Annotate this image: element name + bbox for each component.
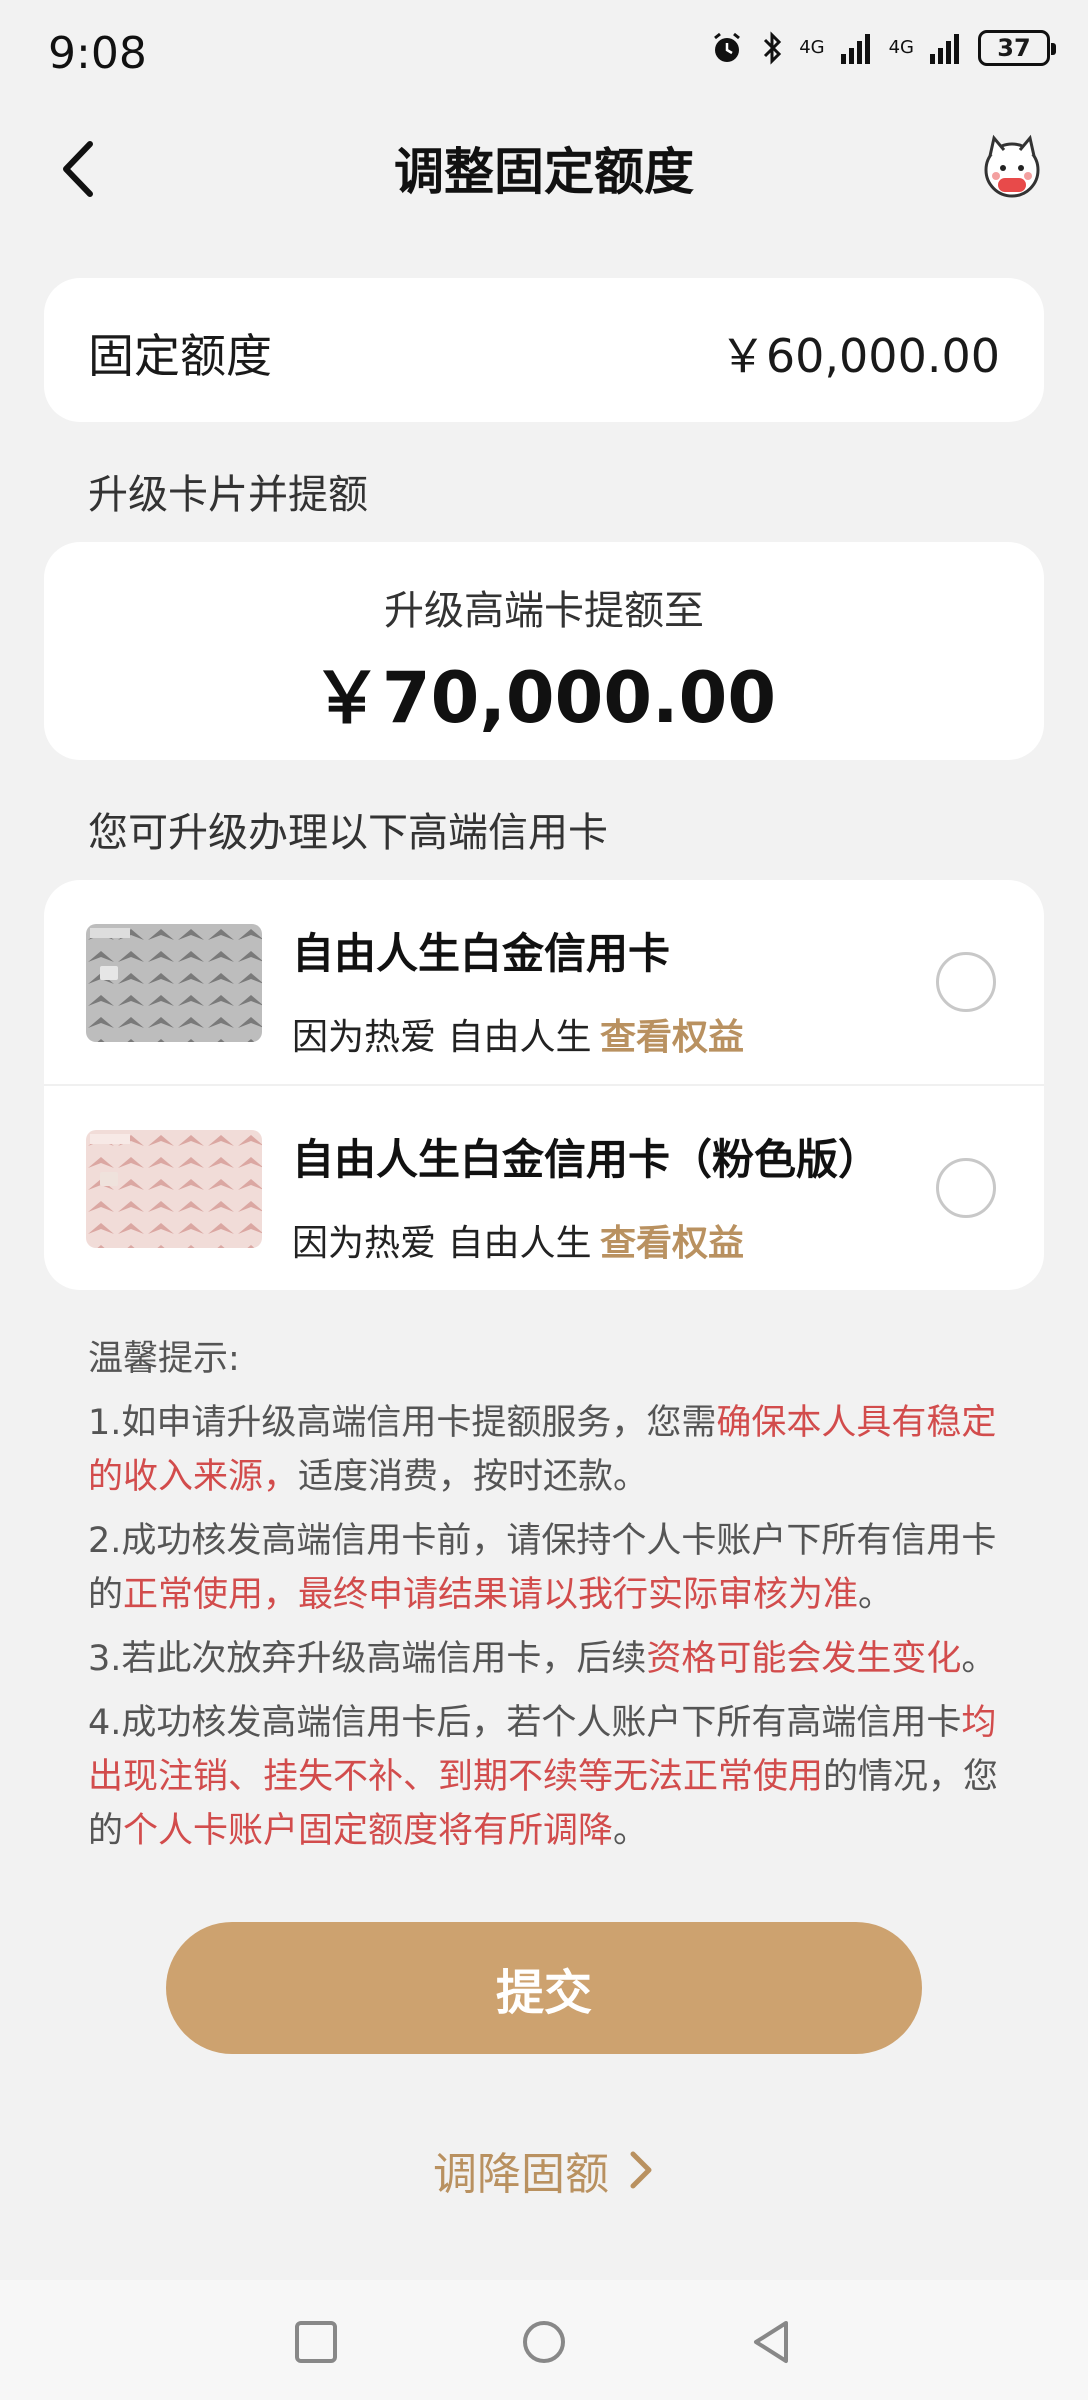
tip-item: 3.若此次放弃升级高端信用卡，后续资格可能会发生变化。 [88,1632,1000,1686]
fixed-limit-value: ￥60,000.00 [719,329,1000,383]
back-icon[interactable] [748,2318,796,2366]
tips-section: 温馨提示: 1.如申请升级高端信用卡提额服务，您需确保本人具有稳定的收入来源，适… [88,1332,1000,1868]
upgrade-caption: 升级高端卡提额至 [384,588,704,634]
header: 调整固定额度 [0,110,1088,220]
tip-highlight: 正常使用，最终申请结果请以我行实际审核为准 [123,1575,859,1615]
tips-title: 温馨提示: [88,1339,240,1379]
recent-apps-icon[interactable] [292,2318,340,2366]
tip-text: 。 [858,1575,894,1615]
submit-button[interactable]: 提交 [166,1922,922,2054]
tip-text: 4.成功核发高端信用卡后，若个人账户下所有高端信用卡 [88,1703,962,1743]
tip-text: 适度消费，按时还款。 [298,1457,649,1497]
card-radio-button[interactable] [936,952,996,1012]
signal-icon [930,34,959,64]
card-option-platinum[interactable]: 自由人生白金信用卡 因为热爱 自由人生 查看权益 [44,880,1044,1086]
system-nav-bar [0,2280,1088,2400]
status-icons: 4G 4G 37 [709,30,1056,66]
card-name: 自由人生白金信用卡（粉色版） [292,1135,881,1184]
tip-text: 1.如申请升级高端信用卡提额服务，您需 [88,1403,717,1443]
card-slogan: 因为热爱 自由人生 [292,1223,592,1264]
network-type-2: 4G [888,37,914,58]
card-section-title: 您可升级办理以下高端信用卡 [88,810,608,856]
tip-text: 。 [613,1811,649,1851]
chevron-right-icon [630,2151,652,2189]
card-list: 自由人生白金信用卡 因为热爱 自由人生 查看权益 自由人生白金信用卡（粉色版） … [44,880,1044,1290]
card-image-silver [86,924,262,1042]
card-option-platinum-pink[interactable]: 自由人生白金信用卡（粉色版） 因为热爱 自由人生 查看权益 [44,1086,1044,1290]
fixed-limit-label: 固定额度 [88,329,272,383]
upgrade-section-title: 升级卡片并提额 [88,472,368,518]
card-image-pink [86,1130,262,1248]
mascot-icon[interactable] [976,130,1048,202]
network-type-1: 4G [799,37,825,58]
tip-item: 1.如申请升级高端信用卡提额服务，您需确保本人具有稳定的收入来源，适度消费，按时… [88,1396,1000,1504]
card-radio-button[interactable] [936,1158,996,1218]
card-slogan: 因为热爱 自由人生 [292,1017,592,1058]
battery-icon: 37 [978,30,1056,66]
alarm-icon [714,32,741,62]
tip-highlight: 个人卡账户固定额度将有所调降 [123,1811,614,1851]
reduce-limit-label: 调降固额 [433,2149,609,2200]
view-benefits-link[interactable]: 查看权益 [600,1008,744,1060]
view-benefits-link[interactable]: 查看权益 [600,1214,744,1266]
status-time: 9:08 [48,28,147,79]
tip-text: 3.若此次放弃升级高端信用卡，后续 [88,1639,647,1679]
home-icon[interactable] [520,2318,568,2366]
status-bar: 9:08 4G 4G 37 [0,0,1088,110]
tip-text: 。 [961,1639,997,1679]
tip-item: 2.成功核发高端信用卡前，请保持个人卡账户下所有信用卡的正常使用，最终申请结果请… [88,1514,1000,1622]
tip-item: 4.成功核发高端信用卡后，若个人账户下所有高端信用卡均出现注销、挂失不补、到期不… [88,1696,1000,1858]
bluetooth-icon [764,31,782,65]
card-name: 自由人生白金信用卡 [292,929,671,978]
signal-icon [840,34,870,64]
upgrade-amount: ￥70,000.00 [311,657,777,739]
battery-level: 37 [997,34,1031,62]
fixed-limit-card: 固定额度 ￥60,000.00 [44,278,1044,422]
tip-highlight: 资格可能会发生变化 [646,1639,962,1679]
page-title: 调整固定额度 [394,143,694,201]
reduce-limit-link[interactable]: 调降固额 [0,2138,1088,2202]
upgrade-amount-card: 升级高端卡提额至 ￥70,000.00 [44,542,1044,760]
